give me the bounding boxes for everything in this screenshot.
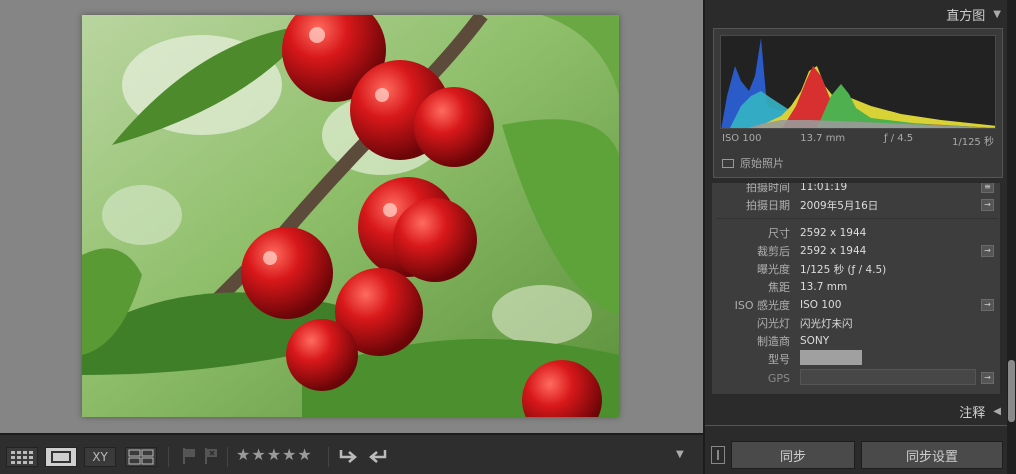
metadata-row-time: 拍摄时间 11:01:19 ≡ xyxy=(712,182,1000,196)
metadata-value: 13.7 mm xyxy=(800,281,848,293)
metadata-row-make: 制造商 SONY xyxy=(712,332,1000,350)
metadata-label: 拍摄时间 xyxy=(746,182,790,194)
expand-triangle-icon[interactable]: ◀ xyxy=(993,406,1001,417)
metadata-label: 焦距 xyxy=(768,281,790,294)
survey-view-icon xyxy=(128,449,154,465)
metadata-label: ISO 感光度 xyxy=(734,299,790,312)
goto-arrow-icon[interactable]: → xyxy=(981,245,994,257)
goto-arrow-icon[interactable]: → xyxy=(981,372,994,384)
metadata-value: ISO 100 xyxy=(800,299,842,311)
survey-view-button[interactable] xyxy=(125,447,157,467)
metadata-row-cropped: 裁剪后 2592 x 1944 → xyxy=(712,242,1000,260)
panel-scrollbar[interactable] xyxy=(1007,0,1016,474)
sync-settings-button[interactable]: 同步设置 xyxy=(861,441,1003,469)
right-panel: 直方图 ▼ ISO 100 13.7 mm ƒ / 4.5 1/125 秒 原始… xyxy=(703,0,1016,474)
goto-arrow-icon[interactable]: → xyxy=(981,299,994,311)
metadata-label: 尺寸 xyxy=(768,227,790,240)
metadata-row-exposure: 曝光度 1/125 秒 (ƒ / 4.5) xyxy=(712,260,1000,278)
metadata-value: SONY xyxy=(800,335,830,347)
cherry-photo-image xyxy=(82,15,619,417)
metadata-label: GPS xyxy=(767,371,790,385)
model-field[interactable] xyxy=(800,350,862,365)
original-photo-toggle[interactable]: 原始照片 xyxy=(722,155,784,171)
notes-header[interactable]: 注释 ◀ xyxy=(705,398,1009,424)
metadata-row-iso: ISO 感光度 ISO 100 → xyxy=(712,296,1000,314)
metadata-label: 型号 xyxy=(768,353,790,366)
histogram-title: 直方图 xyxy=(946,8,986,24)
gps-field[interactable] xyxy=(800,369,976,385)
rotate-right-icon[interactable] xyxy=(366,447,388,467)
cherry-photo[interactable] xyxy=(82,15,619,417)
sync-bar: 同步 同步设置 xyxy=(705,425,1009,474)
notes-title: 注释 xyxy=(959,405,986,421)
metadata-value: 2592 x 1944 xyxy=(800,245,867,257)
image-canvas xyxy=(0,0,703,433)
metadata-label: 闪光灯 xyxy=(757,317,790,330)
compare-view-button[interactable]: XY xyxy=(84,447,116,467)
histogram-header[interactable]: 直方图 ▼ xyxy=(705,1,1009,27)
metadata-value: 闪光灯未闪 xyxy=(800,317,853,330)
rotate-left-icon[interactable] xyxy=(338,447,360,467)
bottom-toolbar: XY ★★★★★ ▼ xyxy=(0,433,703,474)
flag-icon[interactable] xyxy=(182,447,196,467)
loupe-view-button[interactable] xyxy=(45,447,77,467)
histogram-graph xyxy=(720,35,996,129)
metadata-panel: 拍摄时间 11:01:19 ≡ 拍摄日期 2009年5月16日 → 尺寸 259… xyxy=(711,182,1001,395)
metadata-label: 曝光度 xyxy=(757,263,790,276)
divider xyxy=(716,218,998,219)
metadata-label: 拍摄日期 xyxy=(746,199,790,212)
metadata-label: 裁剪后 xyxy=(757,245,790,258)
goto-arrow-icon[interactable]: → xyxy=(981,199,994,211)
checkbox-icon[interactable] xyxy=(722,158,734,168)
list-icon[interactable]: ≡ xyxy=(981,183,994,193)
histogram-exif-info: ISO 100 13.7 mm ƒ / 4.5 1/125 秒 xyxy=(722,133,994,148)
loupe-view-icon xyxy=(51,451,71,463)
collapse-triangle-icon[interactable]: ▼ xyxy=(993,9,1001,20)
star-rating[interactable]: ★★★★★ xyxy=(236,445,313,465)
metadata-row-date: 拍摄日期 2009年5月16日 → xyxy=(712,196,1000,214)
scrollbar-thumb[interactable] xyxy=(1008,360,1015,422)
star-rating-icons: ★★★★★ xyxy=(236,445,313,464)
grid-view-icon xyxy=(11,451,33,464)
iso-readout: ISO 100 xyxy=(722,133,762,144)
divider xyxy=(168,447,169,467)
metadata-row-focal: 焦距 13.7 mm xyxy=(712,278,1000,296)
metadata-label: 制造商 xyxy=(757,335,790,348)
focal-readout: 13.7 mm xyxy=(800,133,846,144)
shutter-readout: 1/125 秒 xyxy=(951,137,994,148)
sync-button[interactable]: 同步 xyxy=(731,441,855,469)
metadata-row-size: 尺寸 2592 x 1944 xyxy=(712,224,1000,242)
histogram-panel: ISO 100 13.7 mm ƒ / 4.5 1/125 秒 原始照片 xyxy=(713,28,1003,178)
metadata-value: 2592 x 1944 xyxy=(800,227,867,239)
divider xyxy=(328,447,329,467)
grid-view-button[interactable] xyxy=(6,447,38,467)
original-photo-label: 原始照片 xyxy=(740,157,784,170)
divider xyxy=(227,447,228,467)
metadata-row-flash: 闪光灯 闪光灯未闪 xyxy=(712,314,1000,332)
metadata-value[interactable]: 11:01:19 xyxy=(800,183,847,193)
metadata-value: 1/125 秒 (ƒ / 4.5) xyxy=(800,263,887,276)
metadata-value[interactable]: 2009年5月16日 xyxy=(800,198,878,213)
aperture-readout: ƒ / 4.5 xyxy=(884,133,914,144)
compare-view-icon: XY xyxy=(92,450,108,464)
sync-toggle-icon[interactable] xyxy=(711,446,725,464)
reject-flag-icon[interactable] xyxy=(204,447,218,467)
toolbar-menu-chevron-icon[interactable]: ▼ xyxy=(676,449,692,469)
